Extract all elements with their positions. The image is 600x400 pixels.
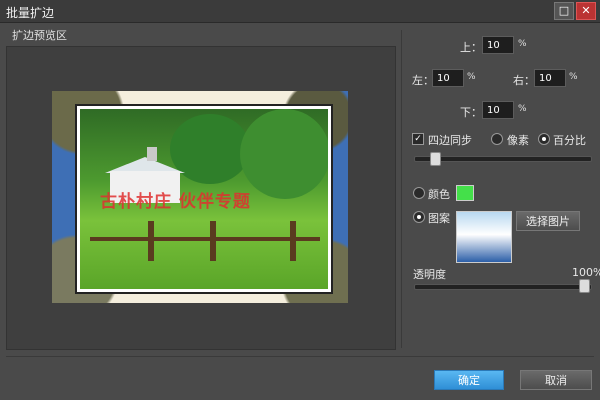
- fence-post: [210, 221, 216, 261]
- color-label: 颜色: [428, 188, 450, 201]
- pattern-label: 图案: [428, 212, 450, 225]
- pixel-mode-label: 像素: [507, 134, 529, 147]
- cancel-button[interactable]: 取消: [520, 370, 592, 390]
- title-bar: 批量扩边 □ ✕: [0, 0, 600, 23]
- margin-slider-thumb[interactable]: [430, 152, 441, 166]
- choose-image-button[interactable]: 选择图片: [516, 211, 580, 231]
- percent-mode-label: 百分比: [553, 134, 586, 147]
- color-swatch[interactable]: [456, 185, 474, 201]
- sync-label: 四边同步: [428, 134, 472, 147]
- top-margin-label: 上：: [460, 41, 482, 54]
- fence-rail: [90, 237, 320, 241]
- preview-image-border: 古朴村庄 伙伴专题: [52, 91, 348, 303]
- percent-mode-radio[interactable]: [538, 133, 550, 145]
- fence-post: [148, 221, 154, 261]
- top-margin-input[interactable]: 10: [482, 36, 514, 54]
- bottom-margin-input[interactable]: 10: [482, 101, 514, 119]
- color-radio[interactable]: [413, 187, 425, 199]
- opacity-value: 100%: [572, 266, 600, 279]
- window-title: 批量扩边: [6, 6, 55, 20]
- checkmark-icon: ✓: [414, 134, 422, 144]
- left-margin-unit: %: [467, 72, 476, 82]
- house-chimney: [147, 147, 157, 161]
- opacity-slider-thumb[interactable]: [579, 279, 590, 293]
- footer-divider: [6, 356, 594, 357]
- bottom-margin-unit: %: [518, 104, 527, 114]
- close-button[interactable]: ✕: [576, 2, 596, 20]
- close-icon: ✕: [581, 4, 591, 17]
- tree-shape: [240, 109, 328, 199]
- tree-shape: [170, 114, 250, 184]
- right-margin-input[interactable]: 10: [534, 69, 566, 87]
- overlay-text: 古朴村庄 伙伴专题: [100, 192, 251, 212]
- bottom-margin-label: 下：: [460, 106, 482, 119]
- opacity-label: 透明度: [413, 268, 446, 281]
- preview-panel: 古朴村庄 伙伴专题: [6, 46, 396, 350]
- preview-label: 扩边预览区: [12, 29, 67, 42]
- preview-photo: 古朴村庄 伙伴专题: [77, 106, 331, 292]
- fence-post: [290, 221, 296, 261]
- pixel-mode-radio[interactable]: [491, 133, 503, 145]
- sync-checkbox[interactable]: ✓: [412, 133, 424, 145]
- left-margin-input[interactable]: 10: [432, 69, 464, 87]
- left-margin-label: 左：: [412, 74, 434, 87]
- right-margin-label: 右：: [513, 74, 535, 87]
- pattern-radio[interactable]: [413, 211, 425, 223]
- panel-divider: [401, 30, 402, 348]
- right-margin-unit: %: [569, 72, 578, 82]
- pattern-thumbnail: [456, 211, 512, 263]
- ok-button[interactable]: 确定: [434, 370, 504, 390]
- maximize-icon: □: [558, 4, 570, 17]
- opacity-slider-track[interactable]: [414, 284, 592, 290]
- maximize-button[interactable]: □: [554, 2, 574, 20]
- top-margin-unit: %: [518, 39, 527, 49]
